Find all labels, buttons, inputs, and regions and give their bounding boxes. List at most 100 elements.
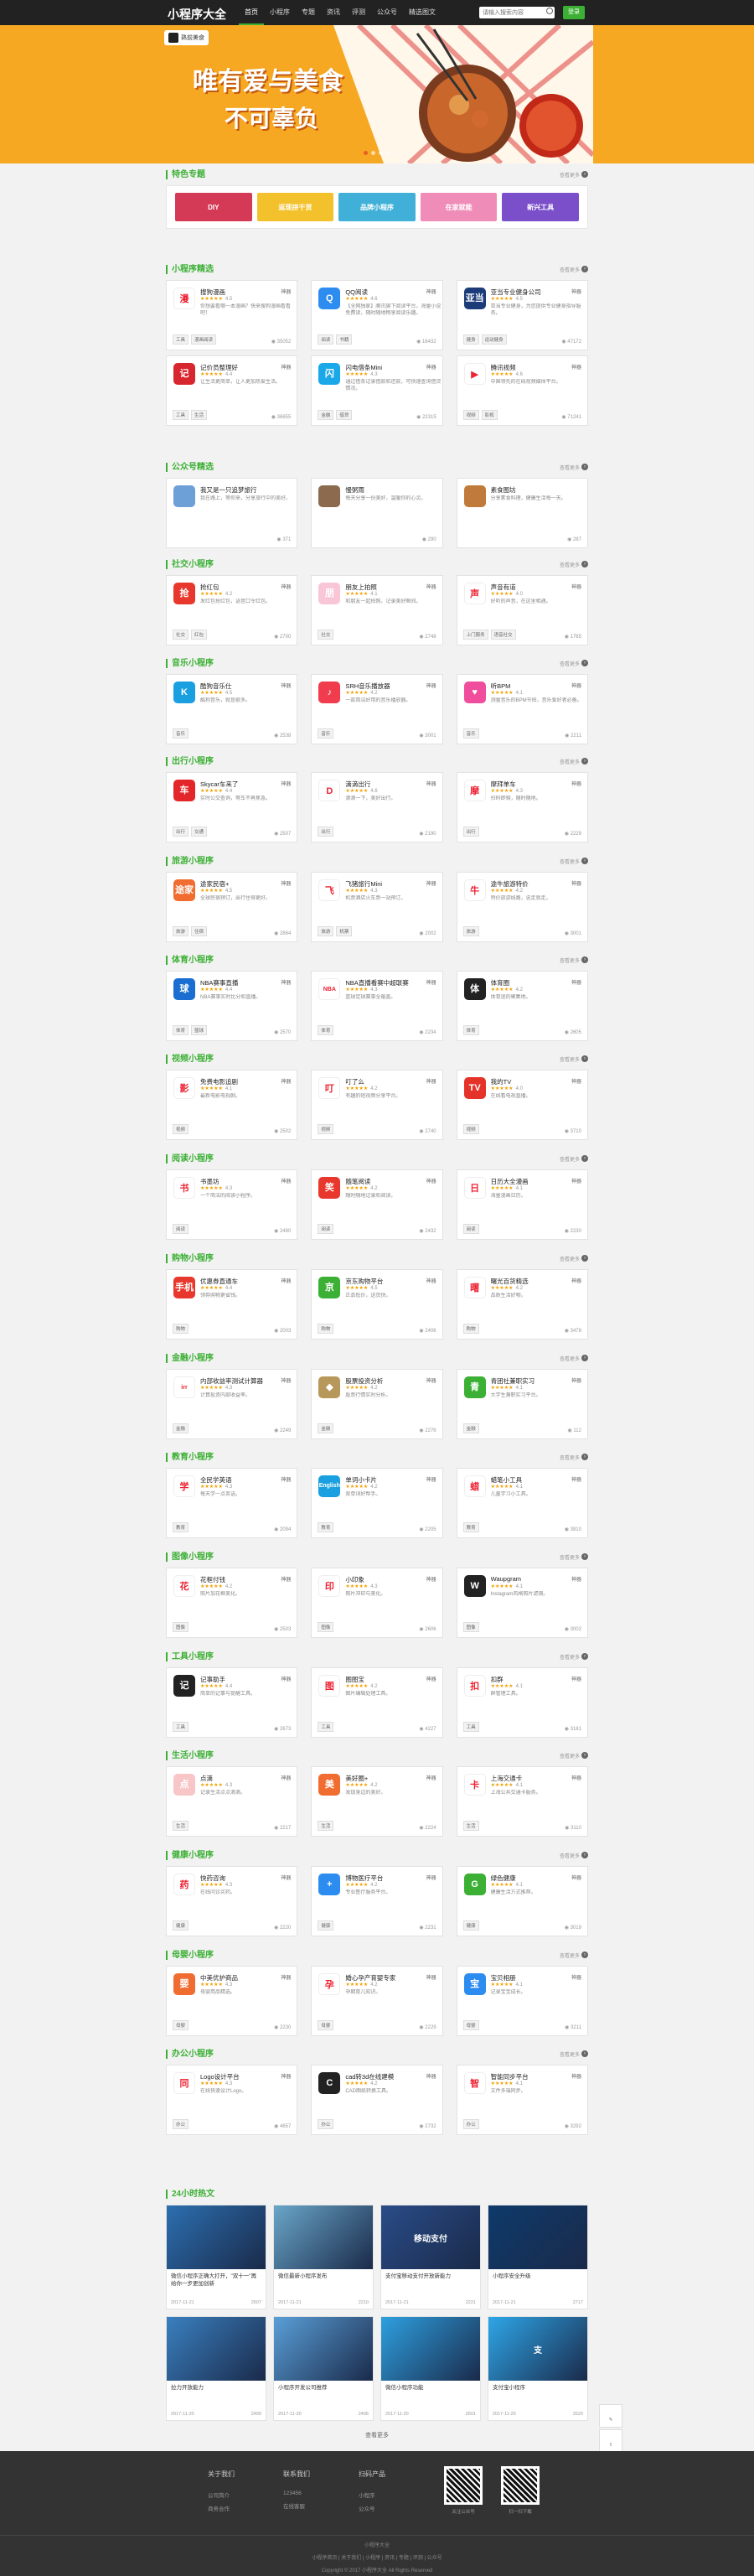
nav-official[interactable]: 公众号 xyxy=(371,0,403,25)
tag-chip[interactable]: 出行 xyxy=(462,827,479,837)
share-button[interactable]: ⇪ xyxy=(599,2429,622,2453)
more-link[interactable]: 查看更多 xyxy=(560,464,580,471)
tag-chip[interactable]: 图像 xyxy=(318,1622,334,1632)
article-title[interactable]: 支付宝小程序 xyxy=(488,2381,587,2401)
app-card[interactable]: 日日历大全漫画 神器 ★★★★★ 4.1 海量漫画日历。 阅读 ◉ 2230 xyxy=(456,1169,588,1240)
app-name[interactable]: Waupgram xyxy=(491,1575,571,1583)
chevron-right-icon[interactable]: › xyxy=(581,1653,588,1660)
chevron-right-icon[interactable]: › xyxy=(581,1852,588,1858)
tag-chip[interactable]: 住宿 xyxy=(191,926,208,936)
app-card[interactable]: 笑随笔阅读 神器 ★★★★★ 4.2 随时随地记录和阅读。 阅读 ◉ 2432 xyxy=(311,1169,443,1240)
app-card[interactable]: W Waupgram 神器 ★★★★★ 4.1 Instagram风格照片滤镜。 图像 ◉ 3… xyxy=(456,1568,588,1638)
chevron-right-icon[interactable]: › xyxy=(581,171,588,178)
tag-chip[interactable]: 工具 xyxy=(462,1722,479,1732)
tag-chip[interactable]: 阅读 xyxy=(462,1224,479,1234)
tag-chip[interactable]: 漫画阅读 xyxy=(191,334,217,345)
more-link[interactable]: 查看更多 xyxy=(560,1355,580,1362)
article-card[interactable]: 支支付宝小程序 2017-11-20 2520 xyxy=(488,2316,588,2421)
more-link[interactable]: 查看更多 xyxy=(560,956,580,964)
app-card[interactable]: 漫搜狗漫画 神器 ★★★★★ 4.5 你想要看哪一本漫画？快来搜狗漫画看看吧！ 工具 漫画阅… xyxy=(166,280,298,350)
chevron-right-icon[interactable]: › xyxy=(581,1155,588,1162)
app-card[interactable]: 扣扣群 神器 ★★★★★ 4.1 群管理工具。 工具 ◉ 3181 xyxy=(456,1667,588,1738)
app-card[interactable]: ◆ 股票投资分析 神器 ★★★★★ 4.2 股票行情实时分析。 金融 ◉ 2276 xyxy=(311,1369,443,1439)
tag-chip[interactable]: 视频 xyxy=(173,1124,189,1134)
app-card[interactable]: 京京东购物平台 神器 ★★★★★ 4.5 正品低价，送货快。 购物 ◉ 2406 xyxy=(311,1269,443,1340)
tag-chip[interactable]: 阅读 xyxy=(318,1224,334,1234)
tag-chip[interactable]: 体育 xyxy=(318,1025,334,1035)
article-title[interactable]: 微信最新小程序发布 xyxy=(274,2269,373,2289)
nav-review[interactable]: 评测 xyxy=(346,0,371,25)
more-link[interactable]: 查看更多 xyxy=(560,660,580,667)
tag-chip[interactable]: 旅游 xyxy=(173,926,189,936)
hero-banner[interactable]: 熟前美食 唯有爱与美食 不可辜负 xyxy=(0,25,754,163)
footer-link[interactable]: 公司简介 xyxy=(208,2490,235,2499)
tag-chip[interactable]: 母婴 xyxy=(173,2020,189,2030)
app-name[interactable]: 我又是一只追梦旅行 xyxy=(200,485,280,495)
app-card[interactable]: 卡上海交通卡 神器 ★★★★★ 4.1 上海公共交通卡服务。 生活 ◉ 3110 xyxy=(456,1766,588,1837)
chevron-right-icon[interactable]: › xyxy=(581,1553,588,1560)
app-card[interactable]: TV 我的TV 神器 ★★★★★ 4.0 在线看电视直播。 视频 ◉ 3710 xyxy=(456,1070,588,1140)
tag-chip[interactable]: 办公 xyxy=(462,2119,479,2129)
app-card[interactable]: 素食图坊 分享素食料理，健康生活每一天。 ◉ 287 xyxy=(456,478,588,548)
app-card[interactable]: 体体育圈 神器 ★★★★★ 4.2 体育迷的聚集地。 体育 ◉ 2605 xyxy=(456,971,588,1041)
footer-link[interactable]: 在线客服 xyxy=(283,2501,310,2510)
more-link[interactable]: 查看更多 xyxy=(560,1852,580,1859)
tag-chip[interactable]: 视频 xyxy=(462,410,479,420)
app-card[interactable]: NBA NBA直播看赛中超联赛 神器 ★★★★★ 4.3 篮球足球赛事全覆盖。 体育 ◉ 22… xyxy=(311,971,443,1041)
nav-miniprogram[interactable]: 小程序 xyxy=(264,0,296,25)
carousel-dot[interactable] xyxy=(364,151,368,155)
tag-chip[interactable]: 生活 xyxy=(318,1821,334,1831)
more-link[interactable]: 查看更多 xyxy=(560,2050,580,2058)
tag-chip[interactable]: 阅读 xyxy=(173,1224,189,1234)
chevron-right-icon[interactable]: › xyxy=(581,561,588,568)
app-card[interactable]: 药快药咨询 神器 ★★★★★ 4.3 在线问诊买药。 健康 ◉ 2220 xyxy=(166,1866,298,1936)
tag-chip[interactable]: 社交 xyxy=(318,630,334,640)
more-link[interactable]: 查看更多 xyxy=(352,2431,402,2439)
featured-topic[interactable]: 在家就能 xyxy=(420,193,498,221)
tag-chip[interactable]: 音乐 xyxy=(173,728,189,739)
chevron-right-icon[interactable]: › xyxy=(581,660,588,666)
tag-chip[interactable]: 购物 xyxy=(173,1324,189,1334)
tag-chip[interactable]: 健康 xyxy=(318,1920,334,1931)
app-card[interactable]: G 绿色健康 神器 ★★★★★ 4.1 健康生活方式推荐。 健康 ◉ 3019 xyxy=(456,1866,588,1936)
app-card[interactable]: D 滴滴出行 神器 ★★★★★ 4.6 滴滴一下，美好出行。 出行 ◉ 2190 xyxy=(311,772,443,842)
article-title[interactable]: 微信小程序正确大打开，"双十一"再给你一步更加创新 xyxy=(167,2269,266,2289)
app-card[interactable]: 途家 途家民宿+ 神器 ★★★★★ 4.5 全球民宿预订，出行住得更好。 旅游 住宿 ◉ 286… xyxy=(166,872,298,942)
tag-chip[interactable]: 图像 xyxy=(173,1622,189,1632)
more-link[interactable]: 查看更多 xyxy=(560,1454,580,1461)
article-card[interactable]: 微信小程序正确大打开，"双十一"再给你一步更加创新 2017-11-21 2607 xyxy=(166,2205,266,2309)
tag-chip[interactable]: 教育 xyxy=(173,1522,189,1532)
tag-chip[interactable]: 图像 xyxy=(462,1622,479,1632)
tag-chip[interactable]: 机票 xyxy=(336,926,353,936)
tag-chip[interactable]: 生活 xyxy=(462,1821,479,1831)
app-card[interactable]: 图图图宝 神器 ★★★★★ 4.2 图片编辑处理工具。 工具 ◉ 4227 xyxy=(311,1667,443,1738)
more-link[interactable]: 查看更多 xyxy=(560,1653,580,1661)
carousel-dot[interactable] xyxy=(386,151,390,155)
tag-chip[interactable]: 母婴 xyxy=(318,2020,334,2030)
app-card[interactable]: 闪闪电借条Mini 神器 ★★★★★ 4.3 通过借条记录借款和还款，可快速查询借贷情况… xyxy=(311,355,443,426)
chevron-right-icon[interactable]: › xyxy=(581,1355,588,1361)
more-link[interactable]: 查看更多 xyxy=(560,1055,580,1063)
app-card[interactable]: 记记价员整理好 神器 ★★★★★ 4.4 让生活更简单，让人更加热爱生活。 工具 生活 ◉ 3… xyxy=(166,355,298,426)
more-link[interactable]: 查看更多 xyxy=(560,1255,580,1262)
tag-chip[interactable]: 母婴 xyxy=(462,2020,479,2030)
app-card[interactable]: 影免费电影追剧 神器 ★★★★★ 4.1 最新电影电视剧。 视频 ◉ 2502 xyxy=(166,1070,298,1140)
app-card[interactable]: 车 Skycar车来了 神器 ★★★★★ 4.4 实时公交查询，等车不再焦急。 出行 交通 ◉ … xyxy=(166,772,298,842)
chevron-right-icon[interactable]: › xyxy=(581,758,588,765)
tag-chip[interactable]: 购物 xyxy=(318,1324,334,1334)
app-card[interactable]: 亚当 亚当专业健身公司 神器 ★★★★★ 4.5 亚当专业健身，为您提供专业健身指导服务。… xyxy=(456,280,588,350)
app-card[interactable]: 牛途牛旅游特价 神器 ★★★★★ 4.2 特价旅游线路，说走就走。 旅游 ◉ 3001 xyxy=(456,872,588,942)
tag-chip[interactable]: 金融 xyxy=(318,410,334,420)
nav-news[interactable]: 资讯 xyxy=(321,0,346,25)
nav-gallery[interactable]: 精选图文 xyxy=(403,0,442,25)
tag-chip[interactable]: 购物 xyxy=(462,1324,479,1334)
tag-chip[interactable]: 教育 xyxy=(462,1522,479,1532)
tag-chip[interactable]: 旅游 xyxy=(462,926,479,936)
tag-chip[interactable]: 生活 xyxy=(173,1821,189,1831)
tag-chip[interactable]: 健康 xyxy=(462,1920,479,1931)
nav-topic[interactable]: 专题 xyxy=(296,0,321,25)
app-card[interactable]: ♥ 听BPM 神器 ★★★★★ 4.1 测量音乐的BPM节拍，音乐爱好者必备。 音乐 ◉ 22… xyxy=(456,674,588,744)
article-title[interactable]: 小程序安全升级 xyxy=(488,2269,587,2289)
app-card[interactable]: 孕婚心孕产育婴专家 神器 ★★★★★ 4.2 孕期育儿知识。 母婴 ◉ 2229 xyxy=(311,1966,443,2036)
app-card[interactable]: 球 NBA赛事直播 神器 ★★★★★ 4.4 NBA赛事实时比分和直播。 体育 篮球 ◉ 257… xyxy=(166,971,298,1041)
